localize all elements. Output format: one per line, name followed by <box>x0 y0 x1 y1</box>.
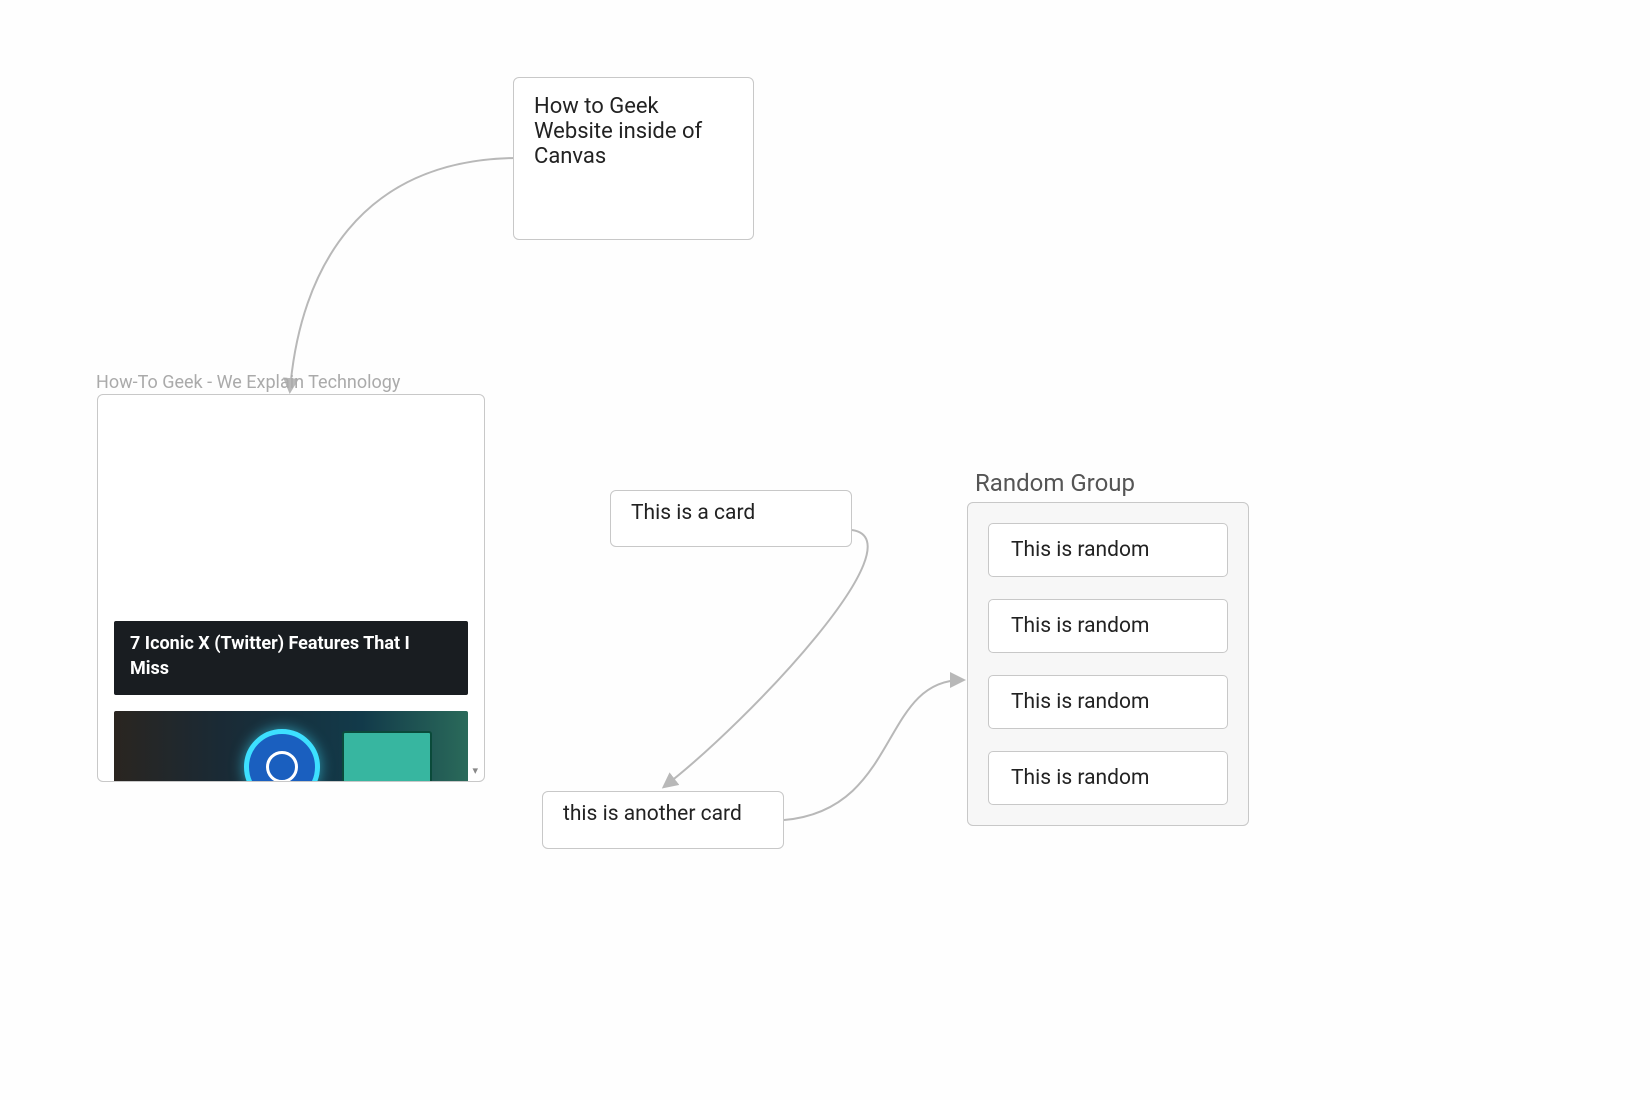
group-item[interactable]: This is random <box>988 751 1228 805</box>
card-text: This is a card <box>631 501 755 525</box>
article-headline-text: 7 Iconic X (Twitter) Features That I Mis… <box>130 633 410 679</box>
card-this-is-another-card[interactable]: this is another card <box>542 791 784 849</box>
group-item-text: This is random <box>1011 766 1149 790</box>
article-headline[interactable]: 7 Iconic X (Twitter) Features That I Mis… <box>114 621 468 695</box>
iframe-content-top <box>98 395 484 621</box>
article-thumbnail[interactable] <box>114 711 468 781</box>
card-this-is-a-card[interactable]: This is a card <box>610 490 852 547</box>
iframe-howtogeek[interactable]: 7 Iconic X (Twitter) Features That I Mis… <box>97 394 485 782</box>
group-item[interactable]: This is random <box>988 675 1228 729</box>
group-item-text: This is random <box>1011 538 1149 562</box>
group-item[interactable]: This is random <box>988 599 1228 653</box>
note-text: How to Geek Website inside of Canvas <box>534 94 702 169</box>
group-random[interactable]: This is random This is random This is ra… <box>967 502 1249 826</box>
iframe-expand-handle[interactable]: ▾ <box>472 764 478 777</box>
note-card-geek[interactable]: How to Geek Website inside of Canvas <box>513 77 754 240</box>
card-text: this is another card <box>563 802 742 826</box>
thumbnail-logo-inner <box>266 751 298 781</box>
group-item[interactable]: This is random <box>988 523 1228 577</box>
thumbnail-device <box>342 731 432 781</box>
group-item-text: This is random <box>1011 614 1149 638</box>
iframe-title-label: How-To Geek - We Explain Technology <box>96 372 400 393</box>
canvas[interactable]: How to Geek Website inside of Canvas How… <box>0 0 1650 1100</box>
group-item-text: This is random <box>1011 690 1149 714</box>
thumbnail-logo-circle <box>244 729 320 781</box>
group-label-random: Random Group <box>975 469 1135 497</box>
